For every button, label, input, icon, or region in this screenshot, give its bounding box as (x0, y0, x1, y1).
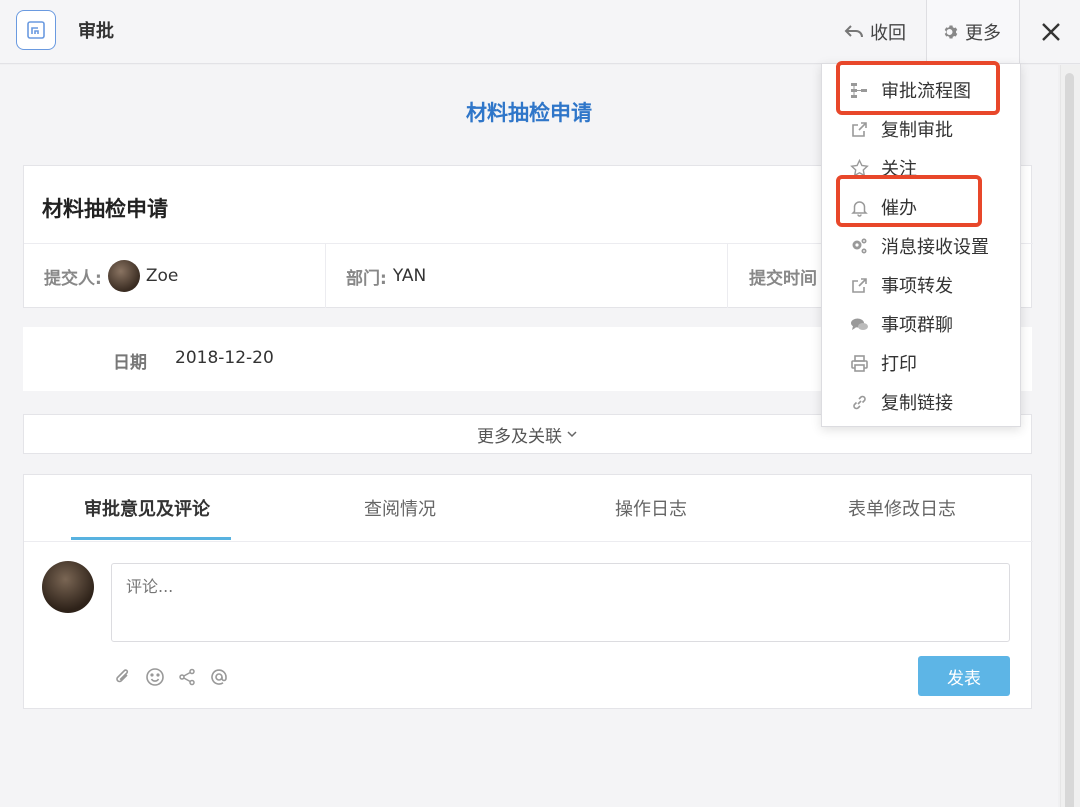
menu-item-label: 消息接收设置 (881, 237, 989, 258)
menu-item-print[interactable]: 打印 (822, 344, 1020, 382)
department-value: YAN (392, 266, 427, 286)
divider (24, 541, 1033, 542)
avatar (107, 260, 140, 292)
window-title: 审批 (78, 21, 114, 42)
scrollbar[interactable] (1060, 65, 1080, 807)
submitter-name: Zoe (145, 266, 179, 286)
flowchart-icon (851, 82, 867, 98)
divider (727, 244, 728, 308)
menu-item-label: 复制链接 (881, 393, 953, 414)
form-title: 材料抽检申请 (42, 197, 168, 221)
department-cell: 部门: YAN (346, 244, 426, 308)
menu-item-copy-link[interactable]: 复制链接 (822, 383, 1020, 421)
menu-item-copy-approval[interactable]: 复制审批 (822, 110, 1020, 148)
bell-icon (851, 200, 868, 217)
menu-item-label: 事项群聊 (881, 315, 953, 336)
menu-item-label: 事项转发 (881, 276, 953, 297)
share-icon[interactable] (176, 666, 198, 688)
date-label: 日期 (113, 353, 147, 373)
printer-icon (851, 354, 868, 372)
star-icon (850, 158, 869, 177)
close-icon (1042, 23, 1060, 41)
emoji-icon[interactable] (144, 666, 166, 688)
chat-icon (851, 318, 868, 330)
approval-app-icon (16, 10, 56, 50)
menu-item-label: 打印 (881, 354, 917, 375)
department-label: 部门: (346, 268, 387, 289)
chevron-down-icon (567, 431, 577, 438)
menu-item-notification-settings[interactable]: 消息接收设置 (822, 227, 1020, 265)
submitter-cell: 提交人: Zoe (44, 244, 178, 308)
mention-icon[interactable] (208, 666, 230, 688)
menu-item-urge[interactable]: 催办 (822, 188, 1020, 226)
submit-time-cell: 提交时间 (749, 244, 823, 308)
tab-operation-log[interactable]: 操作日志 (615, 495, 687, 521)
scrollbar-thumb[interactable] (1065, 73, 1074, 807)
forward-icon (852, 277, 867, 293)
gear-icon (944, 25, 958, 39)
comments-panel: 审批意见及评论 查阅情况 操作日志 表单修改日志 发表 (23, 474, 1033, 709)
submit-time-label: 提交时间 (749, 268, 817, 289)
menu-item-label: 催办 (881, 198, 917, 219)
date-value: 2018-12-20 (175, 348, 274, 368)
active-tab-indicator (71, 537, 231, 540)
more-related-label: 更多及关联 (477, 426, 562, 447)
menu-item-approval-flowchart[interactable]: 审批流程图 (822, 71, 1020, 109)
close-button[interactable] (1036, 0, 1066, 64)
tab-approval-comments[interactable]: 审批意见及评论 (84, 495, 210, 521)
comment-toolbar (112, 666, 230, 688)
menu-item-label: 复制审批 (881, 120, 953, 141)
comment-input[interactable] (111, 563, 1010, 642)
gears-icon (852, 238, 867, 253)
more-label: 更多 (965, 23, 1001, 44)
menu-item-follow[interactable]: 关注 (822, 149, 1020, 187)
menu-item-group-chat[interactable]: 事项群聊 (822, 305, 1020, 343)
top-bar: 审批 收回 更多 (0, 0, 1080, 64)
tab-form-edit-log[interactable]: 表单修改日志 (848, 495, 956, 521)
more-button[interactable]: 更多 (926, 0, 1020, 64)
menu-item-label: 审批流程图 (881, 81, 971, 102)
undo-icon (844, 25, 863, 38)
tab-view-status[interactable]: 查阅情况 (364, 495, 436, 521)
more-menu: 审批流程图 复制审批 关注 催办 消息接收设置 事项转发 事项群聊 打印 复制链… (821, 63, 1021, 427)
publish-button[interactable]: 发表 (918, 656, 1010, 696)
link-icon (853, 395, 866, 409)
withdraw-button[interactable]: 收回 (844, 0, 906, 64)
menu-item-label: 关注 (881, 159, 917, 180)
withdraw-label: 收回 (870, 23, 906, 44)
submitter-label: 提交人: (44, 268, 102, 289)
copy-share-icon (852, 121, 867, 137)
menu-item-forward[interactable]: 事项转发 (822, 266, 1020, 304)
attachment-icon[interactable] (112, 666, 134, 688)
divider (325, 244, 326, 308)
avatar (42, 561, 94, 613)
